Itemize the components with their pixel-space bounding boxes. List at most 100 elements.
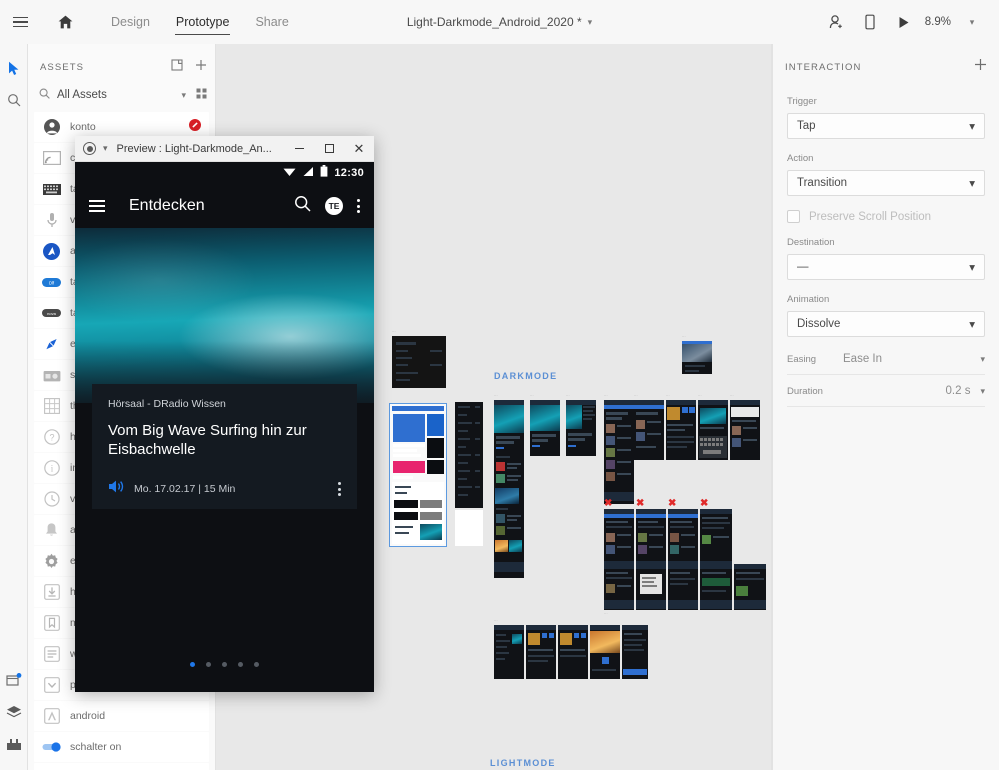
components-panel-tool[interactable] bbox=[0, 664, 28, 696]
kebab-menu-icon[interactable] bbox=[357, 199, 360, 213]
destination-select[interactable]: — ▾ bbox=[787, 254, 985, 280]
easing-row[interactable]: Easing Ease In ▾ bbox=[773, 353, 999, 365]
artboard[interactable] bbox=[700, 509, 732, 571]
carousel-dots[interactable] bbox=[75, 662, 374, 667]
chevron-down-icon[interactable]: ▾ bbox=[103, 143, 108, 154]
artboard[interactable] bbox=[455, 402, 483, 508]
trigger-select[interactable]: Tap ▾ bbox=[787, 113, 985, 139]
featured-card[interactable]: Hörsaal - DRadio Wissen Vom Big Wave Sur… bbox=[92, 384, 357, 509]
artboard[interactable] bbox=[494, 625, 524, 679]
tab-share[interactable]: Share bbox=[242, 0, 301, 44]
artboard[interactable] bbox=[494, 400, 524, 578]
artboard[interactable] bbox=[730, 400, 760, 460]
artboard[interactable] bbox=[698, 400, 728, 460]
chevron-down-icon[interactable]: ▾ bbox=[980, 386, 985, 397]
zoom-chevron-down-icon[interactable]: ▾ bbox=[955, 0, 989, 44]
animation-select[interactable]: Dissolve ▾ bbox=[787, 311, 985, 337]
search-icon[interactable] bbox=[294, 195, 311, 217]
artboard-label[interactable]: ··· bbox=[634, 394, 638, 398]
plugins-panel-tool[interactable] bbox=[0, 728, 28, 760]
preserve-scroll-row[interactable]: Preserve Scroll Position bbox=[773, 210, 999, 223]
broken-interaction-marker[interactable]: ✖ bbox=[700, 499, 708, 509]
carousel-dot[interactable] bbox=[206, 662, 211, 667]
preview-viewport[interactable]: 12:30 Entdecken TE Hörsaal - DRadio Wiss… bbox=[75, 162, 374, 692]
list-item[interactable]: android bbox=[34, 701, 209, 731]
artboard-label[interactable]: ··· bbox=[530, 394, 534, 398]
zoom-level[interactable]: 8.9% bbox=[921, 16, 955, 28]
layers-panel-tool[interactable] bbox=[0, 696, 28, 728]
artboard[interactable] bbox=[604, 564, 634, 610]
device-preview-icon[interactable] bbox=[853, 0, 887, 44]
tab-design[interactable]: Design bbox=[98, 0, 163, 44]
artboard[interactable] bbox=[566, 400, 596, 456]
artboard-label[interactable]: ··· bbox=[566, 394, 570, 398]
preserve-scroll-checkbox[interactable] bbox=[787, 210, 800, 223]
action-select[interactable]: Transition ▾ bbox=[787, 170, 985, 196]
plus-icon[interactable] bbox=[974, 58, 987, 76]
artboard[interactable] bbox=[455, 510, 483, 546]
avatar[interactable]: TE bbox=[325, 197, 343, 215]
artboard[interactable] bbox=[636, 564, 666, 610]
artboard[interactable] bbox=[668, 509, 698, 571]
artboard[interactable] bbox=[558, 625, 588, 679]
kebab-menu-icon[interactable] bbox=[338, 482, 341, 496]
chevron-down-icon[interactable]: ▾ bbox=[980, 354, 985, 365]
document-title[interactable]: Light-Darkmode_Android_2020 * ▾ bbox=[407, 15, 592, 29]
artboard[interactable] bbox=[622, 625, 648, 679]
preview-title-bar[interactable]: ▾ Preview : Light-Darkmode_An... ✕ bbox=[75, 136, 374, 162]
select-tool[interactable] bbox=[0, 52, 28, 84]
artboard[interactable] bbox=[604, 509, 634, 571]
artboard[interactable] bbox=[682, 341, 712, 374]
artboard-label[interactable]: ··· bbox=[392, 330, 396, 334]
zoom-tool[interactable] bbox=[0, 84, 28, 116]
carousel-dot[interactable] bbox=[254, 662, 259, 667]
list-item[interactable]: aufklappen bbox=[34, 763, 209, 770]
document-assets-icon[interactable] bbox=[171, 58, 183, 76]
artboard[interactable] bbox=[526, 625, 556, 679]
chevron-down-icon[interactable]: ▾ bbox=[588, 17, 593, 28]
artboard-label[interactable]: ··· bbox=[494, 394, 498, 398]
add-asset-icon[interactable] bbox=[195, 58, 207, 76]
carousel-dot[interactable] bbox=[190, 662, 195, 667]
broken-interaction-marker[interactable]: ✖ bbox=[636, 499, 644, 509]
carousel-dot[interactable] bbox=[238, 662, 243, 667]
broken-interaction-marker[interactable]: ✖ bbox=[668, 499, 676, 509]
coedit-icon[interactable] bbox=[819, 0, 853, 44]
artboard[interactable] bbox=[590, 625, 620, 679]
list-item[interactable]: schalter on bbox=[34, 732, 209, 762]
record-icon[interactable] bbox=[83, 142, 96, 155]
artboard-label[interactable]: ··· bbox=[730, 394, 734, 398]
home-icon[interactable] bbox=[40, 15, 90, 29]
artboard[interactable] bbox=[668, 564, 698, 610]
artboard-label[interactable]: ··· bbox=[682, 335, 686, 339]
artboard[interactable] bbox=[392, 336, 446, 388]
carousel-dot[interactable] bbox=[222, 662, 227, 667]
artboard-label[interactable]: ··· bbox=[604, 612, 608, 616]
maximize-icon[interactable] bbox=[314, 136, 344, 162]
search-input[interactable] bbox=[57, 89, 167, 101]
artboard-label[interactable]: ··· bbox=[698, 394, 702, 398]
artboard-label[interactable]: ··· bbox=[666, 394, 670, 398]
broken-interaction-marker[interactable]: ✖ bbox=[604, 499, 612, 509]
minimize-icon[interactable] bbox=[284, 136, 314, 162]
volume-icon[interactable] bbox=[108, 479, 125, 499]
artboard[interactable] bbox=[666, 400, 696, 460]
artboard-label[interactable]: ··· bbox=[604, 394, 608, 398]
tab-prototype[interactable]: Prototype bbox=[163, 0, 243, 44]
chevron-down-icon[interactable]: ▾ bbox=[181, 90, 186, 101]
grid-view-icon[interactable] bbox=[196, 86, 207, 104]
duration-row[interactable]: Duration 0.2 s ▾ bbox=[773, 385, 999, 397]
artboard[interactable] bbox=[389, 403, 447, 547]
artboard-label[interactable]: ··· bbox=[494, 619, 498, 623]
artboard[interactable] bbox=[700, 564, 732, 610]
play-icon[interactable] bbox=[887, 0, 921, 44]
preview-window[interactable]: ▾ Preview : Light-Darkmode_An... ✕ 12:30… bbox=[75, 136, 374, 692]
artboard[interactable] bbox=[530, 400, 560, 456]
artboard[interactable] bbox=[636, 509, 666, 571]
close-icon[interactable]: ✕ bbox=[344, 136, 374, 162]
hamburger-icon[interactable] bbox=[0, 16, 40, 28]
hamburger-icon[interactable] bbox=[89, 200, 105, 212]
artboard[interactable] bbox=[604, 400, 634, 504]
artboard[interactable] bbox=[734, 564, 766, 610]
artboard[interactable] bbox=[634, 400, 664, 460]
